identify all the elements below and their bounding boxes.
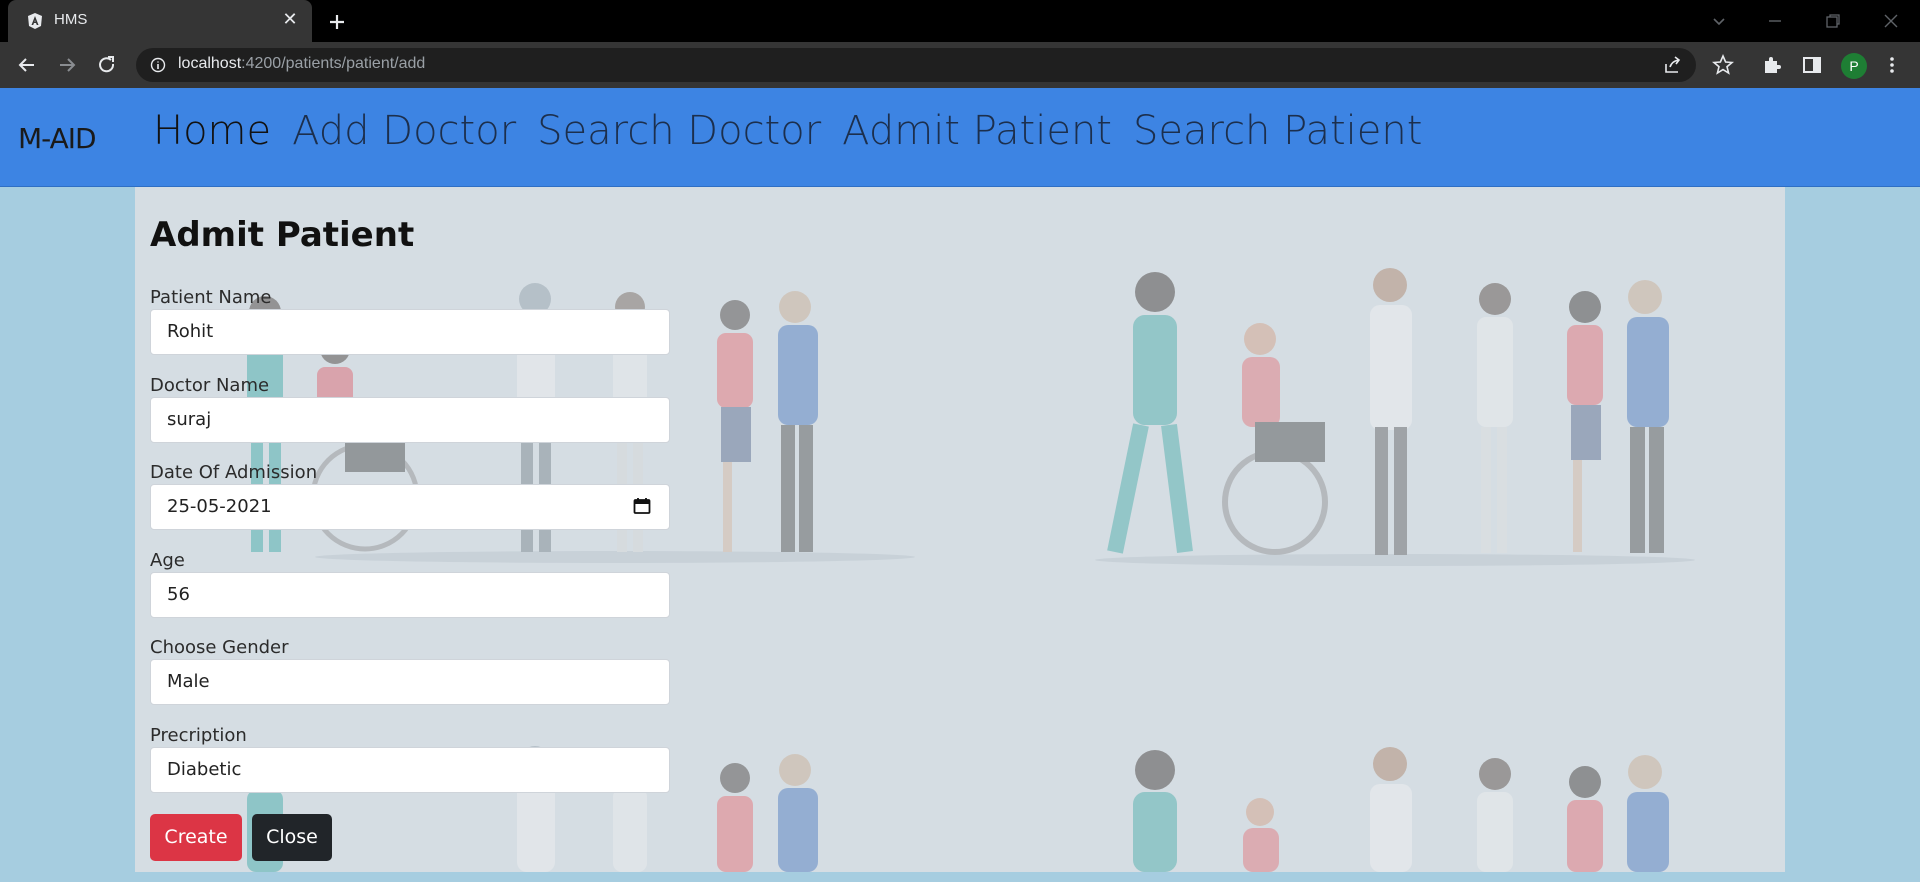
age-label: Age bbox=[150, 549, 185, 571]
nav-links: Home Add Doctor Search Doctor Admit Pati… bbox=[153, 108, 1422, 154]
restore-icon[interactable] bbox=[1820, 8, 1846, 34]
admission-date-input[interactable]: 25-05-2021 bbox=[150, 484, 670, 530]
tab-close-icon[interactable]: ✕ bbox=[280, 10, 300, 30]
extensions-puzzle-icon[interactable] bbox=[1760, 53, 1784, 77]
back-icon[interactable] bbox=[14, 52, 40, 78]
side-panel-icon[interactable] bbox=[1800, 53, 1824, 77]
bookmark-star-icon[interactable] bbox=[1711, 53, 1735, 77]
angular-favicon-icon bbox=[28, 13, 42, 29]
admission-date-label: Date Of Admission bbox=[150, 462, 318, 483]
admission-date-field: Date Of Admission 25-05-2021 bbox=[150, 462, 670, 550]
minimize-icon[interactable] bbox=[1762, 8, 1788, 34]
gender-label: Choose Gender bbox=[150, 637, 289, 658]
patient-name-label: Patient Name bbox=[150, 287, 272, 308]
site-info-icon[interactable] bbox=[150, 57, 166, 73]
new-tab-icon[interactable] bbox=[324, 9, 350, 35]
doctor-name-field: Doctor Name suraj bbox=[150, 375, 670, 463]
calendar-icon[interactable] bbox=[632, 496, 652, 516]
brand-logo[interactable]: M-AID bbox=[18, 122, 97, 155]
app-navbar: M-AID Home Add Doctor Search Doctor Admi… bbox=[0, 88, 1920, 187]
gender-select[interactable]: Male bbox=[150, 659, 670, 705]
admit-patient-form: Patient Name Rohit Doctor Name suraj Dat… bbox=[150, 287, 670, 812]
patient-name-input[interactable]: Rohit bbox=[150, 309, 670, 355]
age-field: Age 56 bbox=[150, 550, 670, 638]
content-panel: Admit Patient Patient Name Rohit Doctor … bbox=[135, 187, 1785, 872]
share-icon[interactable] bbox=[1662, 54, 1684, 76]
tab-title: HMS bbox=[54, 11, 88, 28]
patient-name-field: Patient Name Rohit bbox=[150, 287, 670, 375]
prescription-field: Precription Diabetic bbox=[150, 725, 670, 813]
form-actions: Create Close bbox=[150, 814, 332, 861]
age-input[interactable]: 56 bbox=[150, 571, 670, 618]
menu-kebab-icon[interactable] bbox=[1880, 53, 1904, 77]
nav-link-admit-patient[interactable]: Admit Patient bbox=[842, 108, 1112, 154]
patient-wheelchair-illustration bbox=[1095, 268, 1695, 566]
forward-icon[interactable] bbox=[54, 52, 80, 78]
page-title: Admit Patient bbox=[150, 215, 415, 255]
address-bar[interactable]: localhost:4200/patients/patient/add bbox=[136, 48, 1696, 82]
nav-link-home[interactable]: Home bbox=[153, 108, 271, 154]
prescription-input[interactable]: Diabetic bbox=[150, 746, 670, 793]
patient-wheelchair-illustration-bottom bbox=[1133, 747, 1669, 872]
browser-toolbar: localhost:4200/patients/patient/add P bbox=[0, 42, 1920, 88]
nav-link-add-doctor[interactable]: Add Doctor bbox=[292, 108, 516, 154]
profile-avatar[interactable]: P bbox=[1841, 53, 1867, 79]
nav-link-search-patient[interactable]: Search Patient bbox=[1133, 108, 1422, 154]
window-close-icon[interactable] bbox=[1878, 8, 1904, 34]
tab-search-icon[interactable] bbox=[1706, 8, 1732, 34]
close-button[interactable]: Close bbox=[252, 814, 332, 861]
browser-tabstrip: HMS ✕ bbox=[0, 0, 1920, 42]
create-button[interactable]: Create bbox=[150, 814, 242, 861]
browser-tab[interactable]: HMS ✕ bbox=[8, 0, 312, 42]
gender-field: Choose Gender Male bbox=[150, 637, 670, 725]
doctor-name-label: Doctor Name bbox=[150, 374, 270, 396]
prescription-label: Precription bbox=[150, 724, 247, 746]
doctor-name-input[interactable]: suraj bbox=[150, 396, 670, 443]
url-text: localhost:4200/patients/patient/add bbox=[178, 55, 426, 72]
nav-link-search-doctor[interactable]: Search Doctor bbox=[537, 108, 821, 154]
reload-icon[interactable] bbox=[94, 52, 120, 78]
